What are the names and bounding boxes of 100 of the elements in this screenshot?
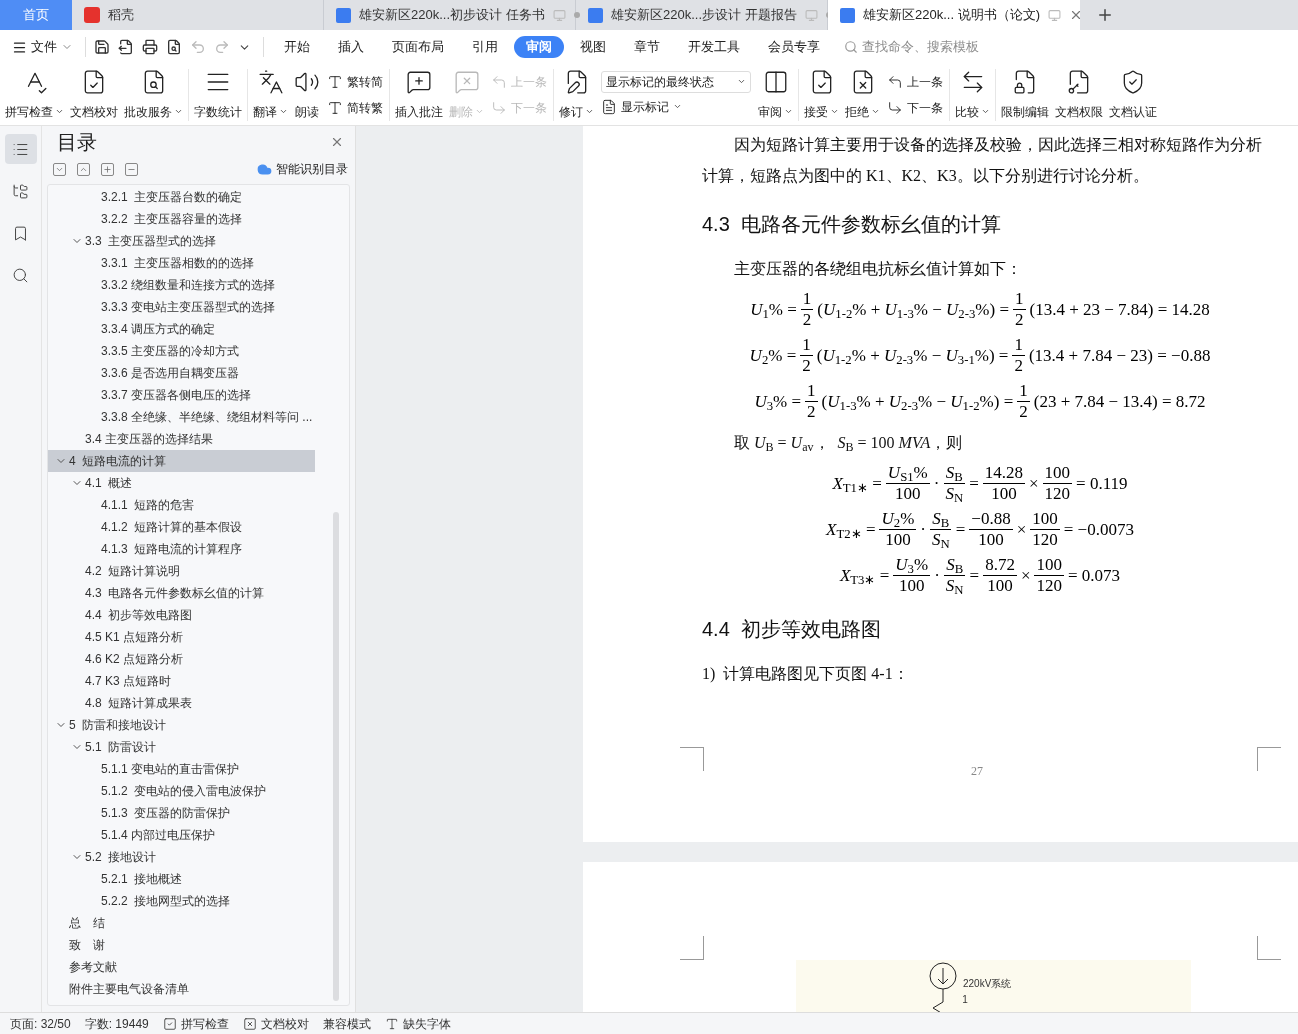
ribbon-button[interactable]: 限制编辑 [1000,68,1050,121]
toc-item[interactable]: 5.2 接地设计 [48,846,315,868]
toc-item[interactable]: 4 短路电流的计算 [48,450,315,472]
command-search-field[interactable]: 查找命令、搜索模板 [844,37,1002,57]
new-tab-icon[interactable] [1096,6,1114,24]
ribbon-button[interactable]: 字数统计 [193,68,243,121]
ribbon-button[interactable]: 比较 [954,68,991,121]
status-item[interactable]: 字数: 19449 [84,1014,149,1033]
side-nav-button[interactable] [4,134,37,164]
toc-item[interactable]: 4.2 短路计算说明 [48,560,315,582]
toc-item[interactable]: 3.3.3 变电站主变压器型式的选择 [48,296,315,318]
toc-item[interactable]: 5.1.1 变电站的直击雷保护 [48,758,315,780]
expand-up-icon[interactable] [77,162,90,176]
toc-item[interactable]: 5.1.3 变压器的防雷保护 [48,802,315,824]
ribbon-tab[interactable]: 审阅 [514,36,564,58]
close-icon[interactable] [330,135,344,149]
expand-icon[interactable] [101,162,114,176]
search-icon [844,40,858,54]
file-menu[interactable]: 文件 [12,37,81,57]
status-item[interactable]: 兼容模式 [322,1014,371,1033]
margin-corner-mark [1257,936,1281,960]
toc-item[interactable]: 4.3 电路各元件参数标幺值的计算 [48,582,315,604]
status-item[interactable]: 文档校对 [242,1014,309,1033]
toc-item[interactable]: 5.1.4 内部过电压保护 [48,824,315,846]
ribbon-button[interactable]: 批改服务 [123,68,184,121]
ribbon-tab[interactable]: 引用 [460,36,510,58]
ribbon-button[interactable]: 简转繁 [327,95,383,120]
toc-item[interactable]: 3.3.4 调压方式的确定 [48,318,315,340]
scrollbar-thumb[interactable] [333,512,339,1001]
print-preview-icon[interactable] [166,39,182,55]
toc-item[interactable]: 3.2.2 主变压器容量的选择 [48,208,315,230]
markup-state-dropdown[interactable]: 显示标记的最终状态 [601,70,751,93]
ribbon-tab[interactable]: 视图 [568,36,618,58]
monitor-icon [804,8,818,22]
toc-item[interactable]: 致 谢 [48,934,315,956]
toc-item[interactable]: 3.3.2 绕组数量和连接方式的选择 [48,274,315,296]
toc-item[interactable]: 5.2.1 接地概述 [48,868,315,890]
paragraph: 1) 计算电路图见下页图 4-1： [702,664,910,685]
toc-item[interactable]: 3.3.5 主变压器的冷却方式 [48,340,315,362]
ribbon-button[interactable]: 文档认证 [1108,68,1158,121]
status-item[interactable]: 页面: 32/50 [10,1014,71,1033]
status-item[interactable]: 缺失字体 [384,1014,451,1033]
ribbon-button[interactable]: 翻译 [252,68,289,121]
ribbon-button[interactable]: 文档校对 [69,68,119,121]
ribbon-tab[interactable]: 开发工具 [676,36,752,58]
ribbon-button[interactable]: 文档权限 [1054,68,1104,121]
ribbon-tab[interactable]: 章节 [622,36,672,58]
margin-corner-mark [680,747,704,771]
collapse-all-icon[interactable] [53,162,66,176]
ribbon-tab[interactable]: 页面布局 [380,36,456,58]
toc-item[interactable]: 4.6 K2 点短路分析 [48,648,315,670]
ribbon-button[interactable]: 拼写检查 [4,68,65,121]
document-export-icon[interactable] [118,39,134,55]
save-icon[interactable] [94,39,110,55]
toc-item[interactable]: 5.1.2 变电站的侵入雷电波保护 [48,780,315,802]
ribbon-button[interactable]: 插入批注 [394,68,444,121]
toc-item[interactable]: 5 防雷和接地设计 [48,714,315,736]
ribbon-button[interactable]: 修订 [558,68,595,121]
ribbon-button[interactable]: 繁转简 [327,69,383,94]
ribbon-tab[interactable]: 会员专享 [756,36,832,58]
ribbon-button[interactable]: 显示标记 [601,94,751,119]
toc-item[interactable]: 3.2.1 主变压器台数的确定 [48,186,315,208]
toc-item[interactable]: 5.1 防雷设计 [48,736,315,758]
ribbon-button[interactable]: 上一条 [887,69,943,94]
translate-icon [257,68,284,95]
ribbon-tab[interactable]: 开始 [272,36,322,58]
ribbon-button[interactable]: 下一条 [887,95,943,120]
ribbon-button[interactable]: 接受 [803,68,840,121]
ribbon-button[interactable]: 朗读 [293,68,321,121]
monitor-icon [552,8,566,22]
ribbon-button[interactable]: 审阅 [757,68,794,121]
document-tab[interactable]: 雄安新区220k... 说明书（论文) [828,0,1080,30]
smart-toc-button[interactable]: 智能识别目录 [257,160,348,178]
ribbon-tab[interactable]: 插入 [326,36,376,58]
toc-item[interactable]: 4.1 概述 [48,472,315,494]
toc-item[interactable]: 4.1.2 短路计算的基本假设 [48,516,315,538]
toc-item[interactable]: 3.4 主变压器的选择结果 [48,428,315,450]
writer-document-icon [588,7,603,23]
toc-item[interactable]: 5.2.2 接地网型式的选择 [48,890,315,912]
ribbon-button[interactable]: 拒绝 [844,68,881,121]
toc-item[interactable]: 4.4 初步等效电路图 [48,604,315,626]
toc-item[interactable]: 3.3.1 主变压器相数的的选择 [48,252,315,274]
toc-item[interactable]: 4.1.1 短路的危害 [48,494,315,516]
toc-item[interactable]: 3.3.7 变压器各侧电压的选择 [48,384,315,406]
voltage-source-symbol [926,962,960,1012]
toc-item[interactable]: 3.3 主变压器型式的选择 [48,230,315,252]
toc-item[interactable]: 总 结 [48,912,315,934]
print-icon[interactable] [142,39,158,55]
toc-item[interactable]: 附件主要电气设备清单 [48,978,315,1000]
letter-icon [327,73,343,90]
toc-item[interactable]: 参考文献 [48,956,315,978]
collapse-icon[interactable] [125,162,138,176]
toc-item[interactable]: 4.5 K1 点短路分析 [48,626,315,648]
toc-item[interactable]: 3.3.8 全绝缘、半绝缘、绕组材料等问 ... [48,406,315,428]
toc-item[interactable]: 4.8 短路计算成果表 [48,692,315,714]
caret-icon [475,107,484,116]
toc-item[interactable]: 4.7 K3 点短路时 [48,670,315,692]
status-item[interactable]: 拼写检查 [162,1014,229,1033]
toc-item[interactable]: 3.3.6 是否选用自耦变压器 [48,362,315,384]
toc-item[interactable]: 4.1.3 短路电流的计算程序 [48,538,315,560]
